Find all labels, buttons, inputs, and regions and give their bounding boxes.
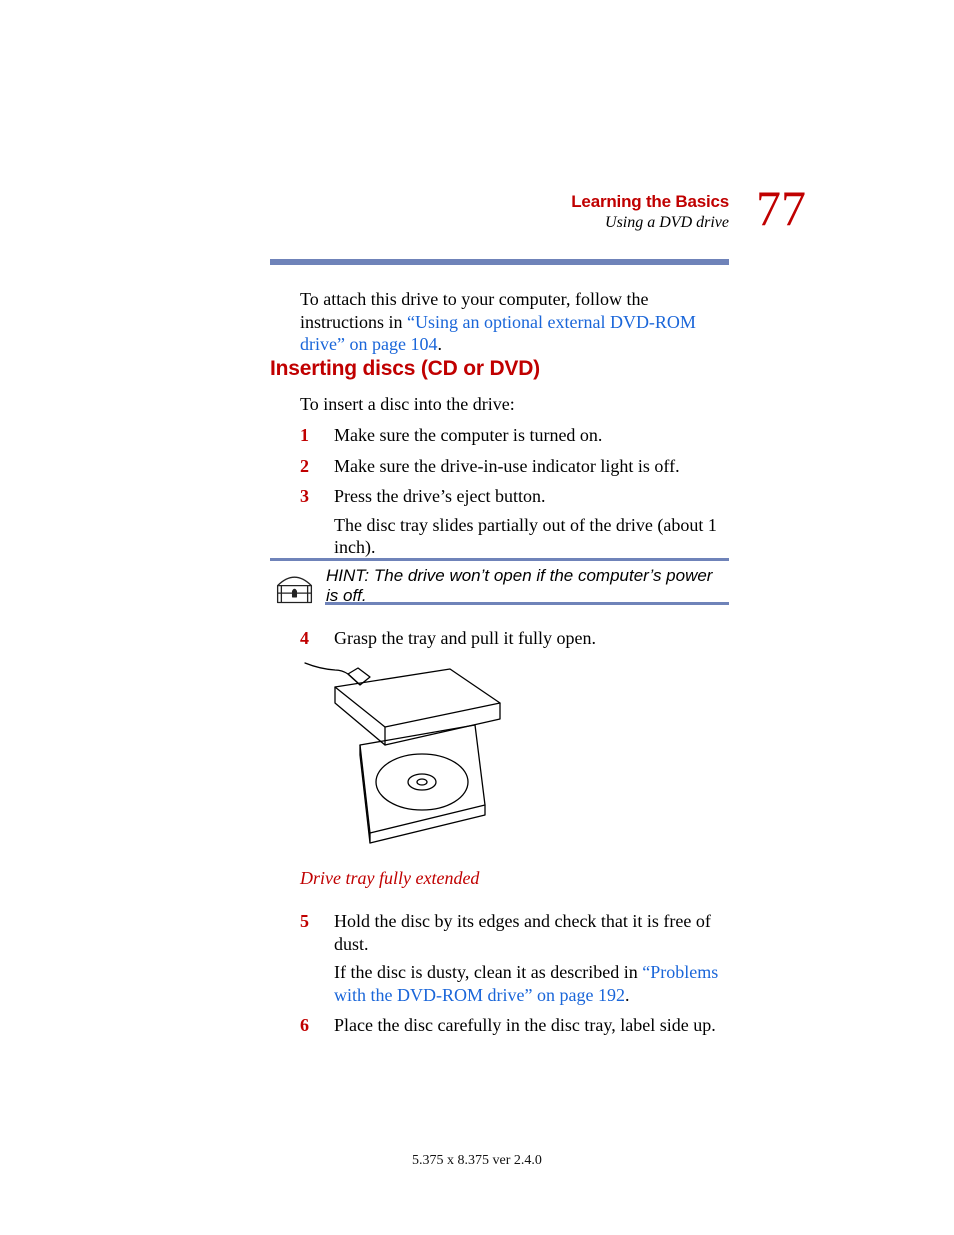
step-text: Make sure the computer is turned on. <box>334 424 729 447</box>
step-item: 3 Press the drive’s eject button. The di… <box>300 485 729 559</box>
step-item: 1 Make sure the computer is turned on. <box>300 424 729 447</box>
treasure-chest-icon <box>272 565 317 610</box>
step-number: 5 <box>300 910 318 1006</box>
hint-rule-bottom <box>325 602 729 605</box>
step-text-main: Press the drive’s eject button. <box>334 486 545 506</box>
step-number: 3 <box>300 485 318 559</box>
page-header: Learning the Basics Using a DVD drive <box>571 192 729 232</box>
chapter-title: Learning the Basics <box>571 192 729 212</box>
step-number: 2 <box>300 455 318 478</box>
step-text: Grasp the tray and pull it fully open. <box>334 627 729 650</box>
page-footer: 5.375 x 8.375 ver 2.4.0 <box>0 1153 954 1169</box>
text-run: If the disc is dusty, clean it as descri… <box>334 962 642 982</box>
steps-list-2b: 5 Hold the disc by its edges and check t… <box>300 910 729 1045</box>
hint-body: The drive won’t open if the computer’s p… <box>326 566 712 605</box>
step-item: 2 Make sure the drive-in-use indicator l… <box>300 455 729 478</box>
step-item: 4 Grasp the tray and pull it fully open. <box>300 627 729 650</box>
step-text: Place the disc carefully in the disc tra… <box>334 1014 729 1037</box>
step-item: 5 Hold the disc by its edges and check t… <box>300 910 729 1006</box>
dvd-drive-tray-illustration <box>300 655 515 860</box>
step-text-main: Hold the disc by its edges and check tha… <box>334 911 711 954</box>
intro-line: To insert a disc into the drive: <box>300 394 515 415</box>
step-text: Make sure the drive-in-use indicator lig… <box>334 455 729 478</box>
heading-inserting-discs: Inserting discs (CD or DVD) <box>270 357 540 381</box>
step-text: Hold the disc by its edges and check tha… <box>334 910 729 1006</box>
steps-list-2a: 4 Grasp the tray and pull it fully open. <box>300 627 729 658</box>
text-run: . <box>625 985 630 1005</box>
step-item: 6 Place the disc carefully in the disc t… <box>300 1014 729 1037</box>
steps-list-1: 1 Make sure the computer is turned on. 2… <box>300 424 729 567</box>
step-number: 4 <box>300 627 318 650</box>
header-rule <box>270 259 729 265</box>
opening-paragraph: To attach this drive to your computer, f… <box>300 288 729 356</box>
step-continuation: The disc tray slides partially out of th… <box>334 514 729 559</box>
step-number: 1 <box>300 424 318 447</box>
page-number: 77 <box>756 183 806 233</box>
figure-caption: Drive tray fully extended <box>300 868 479 889</box>
text-run: . <box>437 334 442 354</box>
step-number: 6 <box>300 1014 318 1037</box>
hint-label: HINT: <box>326 566 374 585</box>
hint-rule-top <box>270 558 729 561</box>
page: Learning the Basics Using a DVD drive 77… <box>0 0 954 1235</box>
step-text: Press the drive’s eject button. The disc… <box>334 485 729 559</box>
hint-text: HINT: The drive won’t open if the comput… <box>326 566 729 606</box>
section-subtitle: Using a DVD drive <box>571 214 729 232</box>
step-continuation: If the disc is dusty, clean it as descri… <box>334 961 729 1006</box>
